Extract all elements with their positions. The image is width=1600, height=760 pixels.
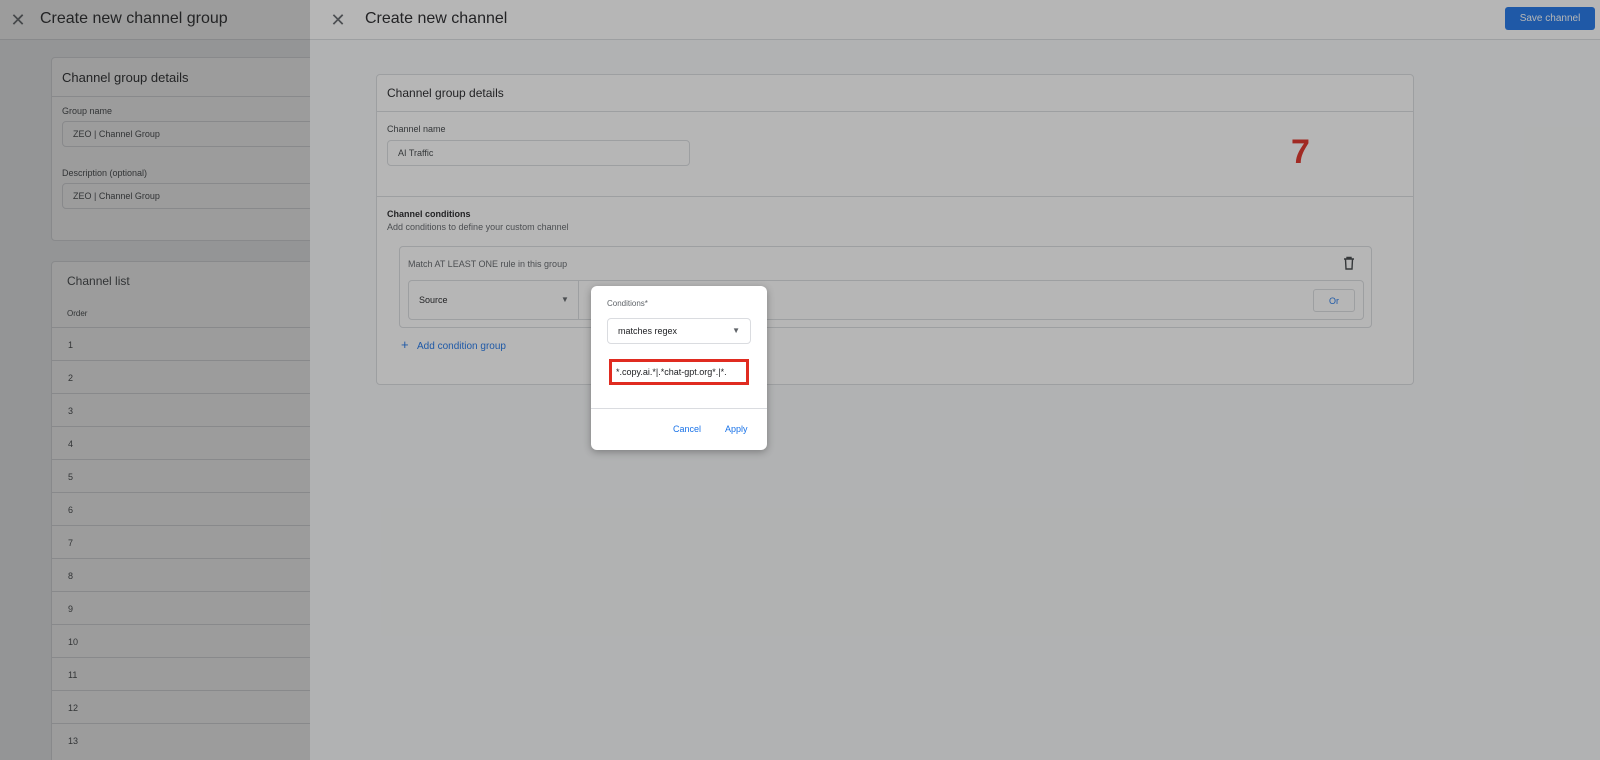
divider: [591, 408, 767, 409]
regex-input[interactable]: [609, 359, 749, 385]
conditions-label: Conditions*: [607, 299, 648, 308]
chevron-down-icon: ▼: [732, 326, 740, 335]
conditions-dialog: Conditions* matches regex ▼ Cancel Apply: [591, 286, 767, 450]
cancel-button[interactable]: Cancel: [673, 424, 701, 434]
modal-scrim: [0, 0, 1600, 760]
operator-dropdown[interactable]: matches regex ▼: [607, 318, 751, 344]
operator-value: matches regex: [618, 326, 678, 336]
apply-button[interactable]: Apply: [725, 424, 748, 434]
